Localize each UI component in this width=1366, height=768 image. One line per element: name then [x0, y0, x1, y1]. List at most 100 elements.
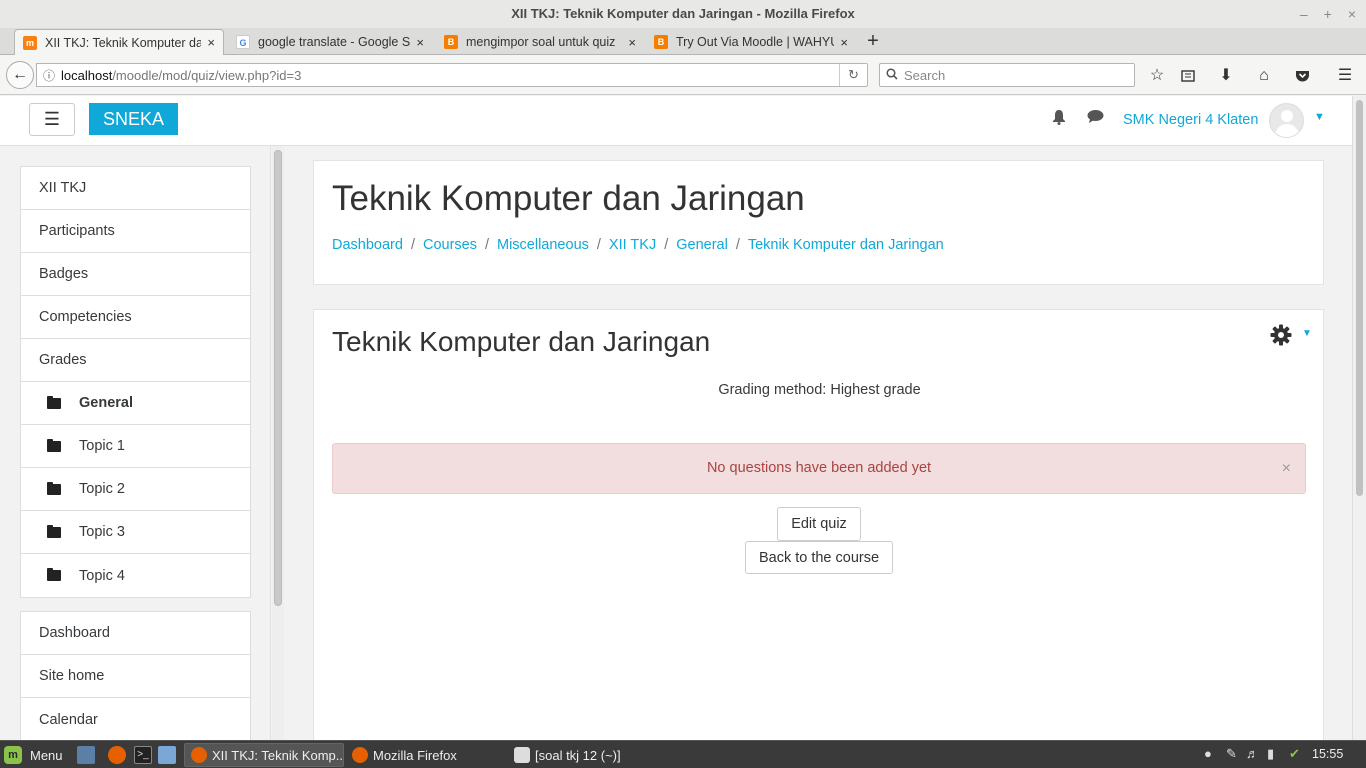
minimize-button[interactable]: – [1300, 0, 1308, 28]
tab-close-icon[interactable]: × [416, 35, 424, 50]
back-button[interactable]: ← [6, 61, 34, 89]
url-path: /moodle/mod/quiz/view.php?id=3 [112, 67, 302, 83]
folder-icon [47, 395, 61, 409]
text-editor-icon [514, 747, 530, 763]
task-firefox[interactable]: Mozilla Firefox [346, 743, 506, 767]
new-tab-button[interactable]: + [862, 29, 884, 53]
drawer-item-dashboard[interactable]: Dashboard [21, 612, 250, 655]
drawer-item-label: Site home [39, 668, 105, 684]
messages-icon[interactable] [1087, 109, 1104, 129]
blogger-favicon-icon: B [654, 35, 668, 49]
breadcrumb-quiz[interactable]: Teknik Komputer dan Jaringan [748, 237, 944, 253]
drawer-item-topic-4[interactable]: Topic 4 [21, 554, 250, 597]
drawer-item-grades[interactable]: Grades [21, 339, 250, 382]
navigation-toolbar: ← ⓘ localhost/moodle/mod/quiz/view.php?i… [0, 55, 1366, 95]
quiz-title: Teknik Komputer dan Jaringan [332, 326, 711, 357]
terminal-launcher-icon[interactable]: >_ [134, 746, 152, 764]
drawer-item-topic-3[interactable]: Topic 3 [21, 511, 250, 554]
gear-icon[interactable] [1270, 324, 1292, 346]
drawer-item-topic-2[interactable]: Topic 2 [21, 468, 250, 511]
reading-list-icon[interactable] [1177, 65, 1199, 87]
home-icon[interactable]: ⌂ [1253, 65, 1275, 87]
tab-label: XII TKJ: Teknik Komputer dan Jaringan [45, 35, 201, 50]
breadcrumb-miscellaneous[interactable]: Miscellaneous [497, 237, 589, 253]
caret-down-icon[interactable]: ▼ [1314, 111, 1325, 123]
folder-icon [47, 524, 61, 538]
drawer-item-participants[interactable]: Participants [21, 210, 250, 253]
firefox-launcher-icon[interactable] [108, 746, 126, 764]
tab-google[interactable]: G google translate - Google Search × [228, 29, 432, 55]
tab-close-icon[interactable]: × [840, 35, 848, 50]
info-icon[interactable]: ⓘ [37, 67, 61, 84]
bookmark-star-icon[interactable]: ☆ [1146, 65, 1168, 87]
breadcrumb-dashboard[interactable]: Dashboard [332, 237, 403, 253]
drawer-item-badges[interactable]: Badges [21, 253, 250, 296]
download-icon[interactable]: ⬇ [1215, 65, 1237, 87]
page-viewport: ☰ SNEKA SMK Negeri 4 Klaten ▼ XII TKJ Pa… [0, 96, 1352, 740]
reload-icon[interactable]: ↻ [839, 64, 867, 86]
tab-close-icon[interactable]: × [628, 35, 636, 50]
no-questions-alert: No questions have been added yet × [332, 443, 1306, 494]
task-firefox-quiz[interactable]: XII TKJ: Teknik Komp... [184, 743, 344, 767]
avatar[interactable] [1269, 103, 1304, 138]
grading-method-text: Grading method: Highest grade [718, 382, 921, 398]
breadcrumb-courses[interactable]: Courses [423, 237, 477, 253]
battery-icon[interactable]: ▮ [1267, 746, 1274, 762]
tab-quiz[interactable]: m XII TKJ: Teknik Komputer dan Jaringan … [14, 29, 224, 55]
close-icon[interactable]: × [1282, 444, 1291, 493]
tab-blogger-2[interactable]: B Try Out Via Moodle | WAHYU × [646, 29, 856, 55]
breadcrumb-section[interactable]: General [676, 237, 728, 253]
task-label: Mozilla Firefox [373, 747, 457, 763]
site-brand-link[interactable]: SNEKA [89, 103, 178, 135]
course-nav-block: XII TKJ Participants Badges Competencies… [20, 166, 251, 598]
search-placeholder: Search [904, 67, 946, 83]
edit-quiz-button[interactable]: Edit quiz [777, 507, 861, 541]
user-tray-icon[interactable]: ● [1204, 746, 1212, 761]
breadcrumb-course[interactable]: XII TKJ [609, 237, 656, 253]
quiz-main-card: Teknik Komputer dan Jaringan ▼ Grading m… [313, 309, 1324, 740]
window-title: XII TKJ: Teknik Komputer dan Jaringan - … [511, 6, 855, 21]
back-to-course-button[interactable]: Back to the course [745, 541, 893, 574]
user-menu-name[interactable]: SMK Negeri 4 Klaten [1123, 112, 1258, 128]
drawer-item-label: Grades [39, 352, 87, 368]
drawer-item-general[interactable]: General [21, 382, 250, 425]
moodle-favicon-icon: m [23, 35, 37, 50]
caret-down-icon[interactable]: ▼ [1302, 328, 1312, 339]
pocket-icon[interactable] [1291, 65, 1313, 87]
show-desktop-icon[interactable] [77, 746, 95, 764]
shield-icon[interactable]: ✔ [1289, 746, 1300, 762]
drawer-item-label: Topic 2 [79, 481, 125, 497]
url-host: localhost [61, 67, 113, 83]
start-menu-label: Menu [30, 747, 63, 763]
pen-tray-icon[interactable]: ✎ [1226, 746, 1237, 762]
tab-blogger-1[interactable]: B mengimpor soal untuk quiz × [436, 29, 644, 55]
folder-icon [47, 438, 61, 452]
drawer-item-course[interactable]: XII TKJ [21, 167, 250, 210]
drawer-item-competencies[interactable]: Competencies [21, 296, 250, 339]
mint-logo-icon: m [4, 746, 22, 764]
drawer-item-site-home[interactable]: Site home [21, 655, 250, 698]
search-input[interactable]: Search [879, 63, 1135, 87]
drawer-item-label: Dashboard [39, 625, 110, 641]
close-window-button[interactable]: × [1348, 0, 1356, 28]
taskbar: m Menu >_ XII TKJ: Teknik Komp... Mozill… [0, 740, 1366, 768]
files-launcher-icon[interactable] [158, 746, 176, 764]
maximize-button[interactable]: + [1324, 0, 1332, 28]
hamburger-menu-icon[interactable]: ☰ [1334, 65, 1356, 87]
search-icon [886, 67, 898, 83]
url-bar[interactable]: ⓘ localhost/moodle/mod/quiz/view.php?id=… [36, 63, 868, 87]
notification-bell-icon[interactable] [1052, 109, 1066, 130]
drawer-item-topic-1[interactable]: Topic 1 [21, 425, 250, 468]
start-menu-button[interactable]: m Menu [4, 744, 63, 766]
drawer-item-label: Calendar [39, 711, 98, 728]
drawer-item-label: Topic 4 [79, 567, 125, 584]
drawer-toggle-button[interactable]: ☰ [29, 103, 75, 136]
page-scrollbar[interactable] [1352, 96, 1366, 740]
breadcrumb-separator: / [664, 237, 669, 253]
tab-close-icon[interactable]: × [207, 35, 215, 50]
drawer-item-calendar[interactable]: Calendar [21, 698, 250, 740]
task-text-editor[interactable]: [soal tkj 12 (~)] [508, 743, 668, 767]
volume-icon[interactable]: ♬ [1246, 746, 1259, 761]
drawer-scrollbar[interactable] [272, 146, 284, 740]
firefox-icon [352, 747, 368, 763]
